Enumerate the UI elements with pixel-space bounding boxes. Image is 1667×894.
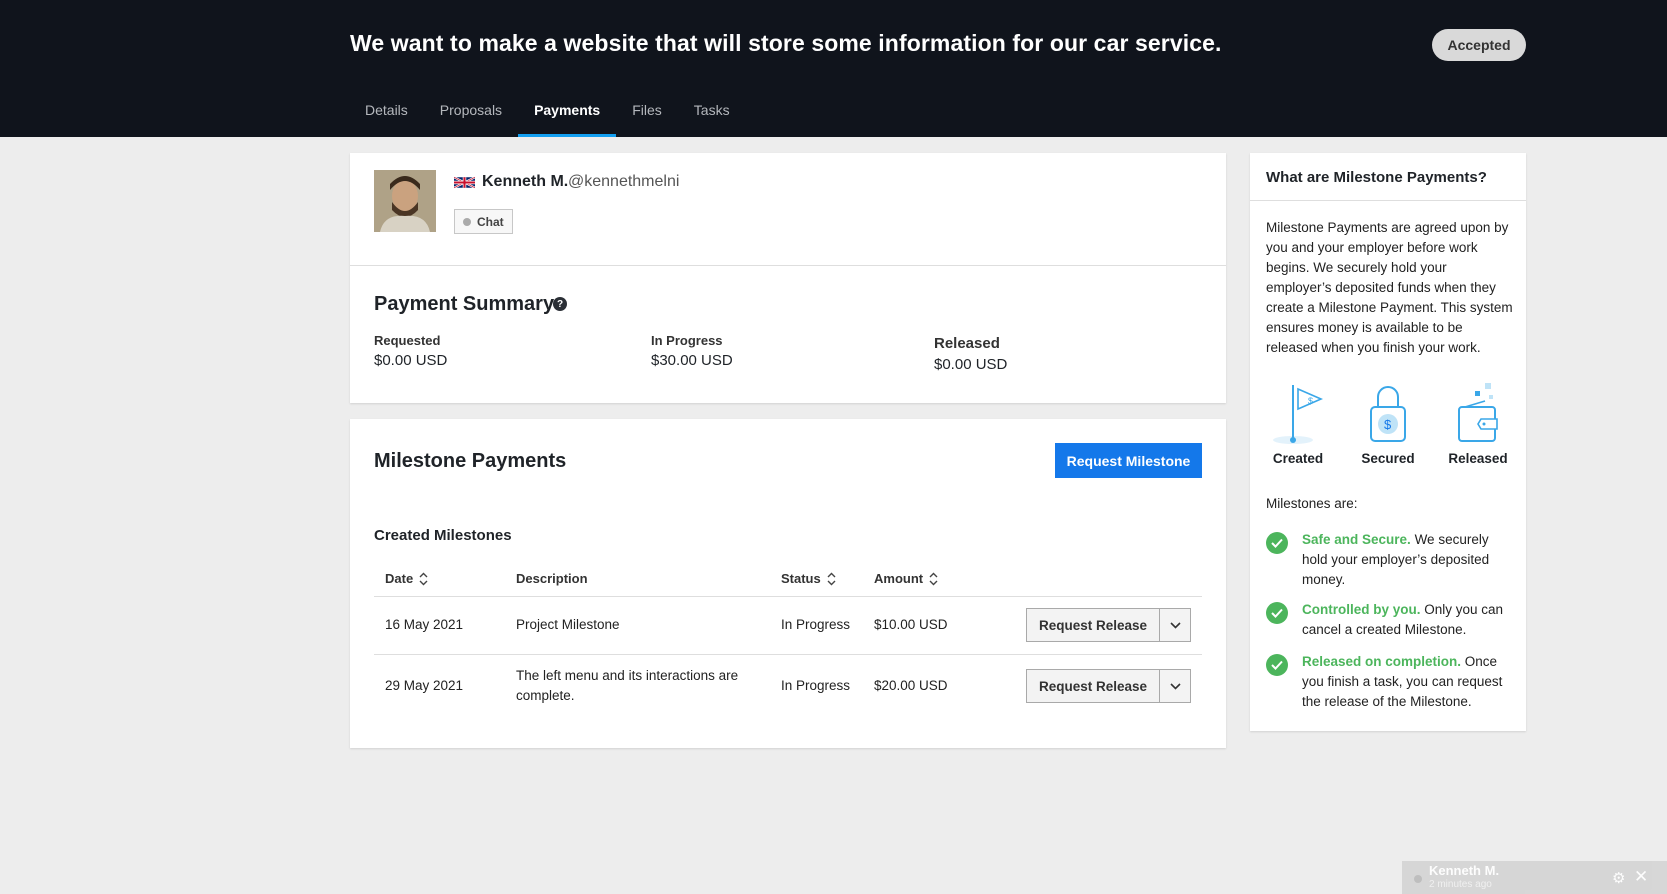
profile-handle: @kennethmelni [568,173,680,190]
feature-item: Controlled by you. Only you can cancel a… [1266,600,1516,640]
chevron-down-icon[interactable] [1160,670,1190,702]
avatar[interactable] [374,170,436,232]
tab-proposals[interactable]: Proposals [424,89,518,137]
stage-released-label: Released [1448,451,1508,466]
requested-summary: Requested $0.00 USD [374,333,447,369]
column-header-amount-label: Amount [874,571,924,586]
column-header-description: Description [516,571,588,586]
check-icon [1266,602,1288,624]
feature-text: Controlled by you. Only you can cancel a… [1302,600,1516,640]
feature-text: Released on completion. Once you finish … [1302,652,1516,712]
feature-item: Safe and Secure. We securely hold your e… [1266,530,1516,590]
tab-tasks[interactable]: Tasks [678,89,746,137]
milestone-description: Project Milestone [516,617,620,632]
feature-highlight: Released on completion. [1302,654,1462,669]
payment-summary-card: Kenneth M. @kennethmelni Chat Payment Su… [350,153,1226,403]
milestones-are-label: Milestones are: [1266,496,1358,511]
uk-flag-icon [453,175,476,190]
milestone-date: 29 May 2021 [385,678,464,693]
tab-files[interactable]: Files [616,89,678,137]
divider [374,596,1202,597]
svg-text:$: $ [1308,396,1313,406]
milestone-payments-card: Milestone Payments Request Milestone Cre… [350,419,1226,748]
chat-dock[interactable]: Kenneth M. 2 minutes ago ⚙ ✕ [1402,861,1667,894]
online-status-icon [1414,875,1422,883]
feature-item: Released on completion. Once you finish … [1266,652,1516,712]
chat-button-label: Chat [477,214,504,229]
released-summary: Released $0.00 USD [934,333,1007,373]
stage-created-label: Created [1272,451,1324,466]
project-tabs: Details Proposals Payments Files Tasks [349,89,746,137]
lock-icon: $ [1370,386,1406,442]
chevron-down-icon[interactable] [1160,609,1190,641]
status-badge: Accepted [1432,29,1526,61]
request-release-group: Request Release [1026,608,1191,642]
stage-created: $ Created [1258,381,1338,466]
payment-summary-title: Payment Summary [374,293,555,315]
sort-icon [929,572,938,586]
column-header-status-label: Status [781,571,821,586]
flag-icon: $ [1273,385,1324,444]
released-label: Released [934,335,1000,352]
feature-highlight: Controlled by you. [1302,602,1421,617]
milestone-info-description: Milestone Payments are agreed upon by yo… [1266,220,1513,355]
milestone-info-card: What are Milestone Payments? Milestone P… [1250,153,1526,731]
chat-dock-name: Kenneth M. [1429,863,1500,878]
sort-icon [419,572,428,586]
column-header-date-label: Date [385,571,414,586]
project-title: We want to make a website that will stor… [350,30,1222,56]
column-header-description-label: Description [516,571,588,586]
check-icon [1266,532,1288,554]
online-status-icon [463,217,471,226]
request-milestone-button[interactable]: Request Milestone [1055,443,1202,478]
sort-icon [827,572,836,586]
milestone-info-title: What are Milestone Payments? [1266,169,1487,186]
request-release-group: Request Release [1026,669,1191,703]
close-icon[interactable]: ✕ [1634,867,1648,887]
requested-value: $0.00 USD [374,352,448,369]
requested-label: Requested [374,333,441,348]
feature-highlight: Safe and Secure. [1302,532,1411,547]
tab-details[interactable]: Details [349,89,424,137]
svg-text:$: $ [1384,417,1392,432]
in-progress-summary: In Progress $30.00 USD [651,333,733,369]
in-progress-label: In Progress [651,333,723,348]
milestone-status: In Progress [781,617,851,632]
request-release-button[interactable]: Request Release [1027,670,1160,702]
divider [374,654,1202,655]
help-icon[interactable]: ? [553,297,567,311]
milestone-payments-title: Milestone Payments [374,450,567,472]
request-release-button[interactable]: Request Release [1027,609,1160,641]
milestone-date: 16 May 2021 [385,617,464,632]
column-header-amount[interactable]: Amount [874,571,938,586]
feature-text: Safe and Secure. We securely hold your e… [1302,530,1516,590]
milestone-status: In Progress [781,678,851,693]
milestone-amount: $20.00 USD [874,678,948,693]
stage-released: Released [1438,381,1518,466]
released-value: $0.00 USD [934,356,1008,373]
project-header: We want to make a website that will stor… [0,0,1667,137]
in-progress-value: $30.00 USD [651,352,733,369]
milestone-description: The left menu and its interactions are c… [516,668,739,703]
tab-payments[interactable]: Payments [518,89,617,137]
wallet-icon [1458,383,1498,442]
created-milestones-title: Created Milestones [374,527,512,544]
stage-secured-label: Secured [1361,451,1415,466]
gear-icon[interactable]: ⚙ [1612,869,1625,887]
check-icon [1266,654,1288,676]
stage-secured: $ Secured [1348,381,1428,466]
chat-button[interactable]: Chat [454,209,513,234]
chat-dock-time: 2 minutes ago [1429,879,1492,890]
milestone-amount: $10.00 USD [874,617,948,632]
profile-name[interactable]: Kenneth M. [482,173,568,191]
divider [350,265,1226,266]
column-header-status[interactable]: Status [781,571,836,586]
column-header-date[interactable]: Date [385,571,428,586]
divider [1250,200,1526,201]
